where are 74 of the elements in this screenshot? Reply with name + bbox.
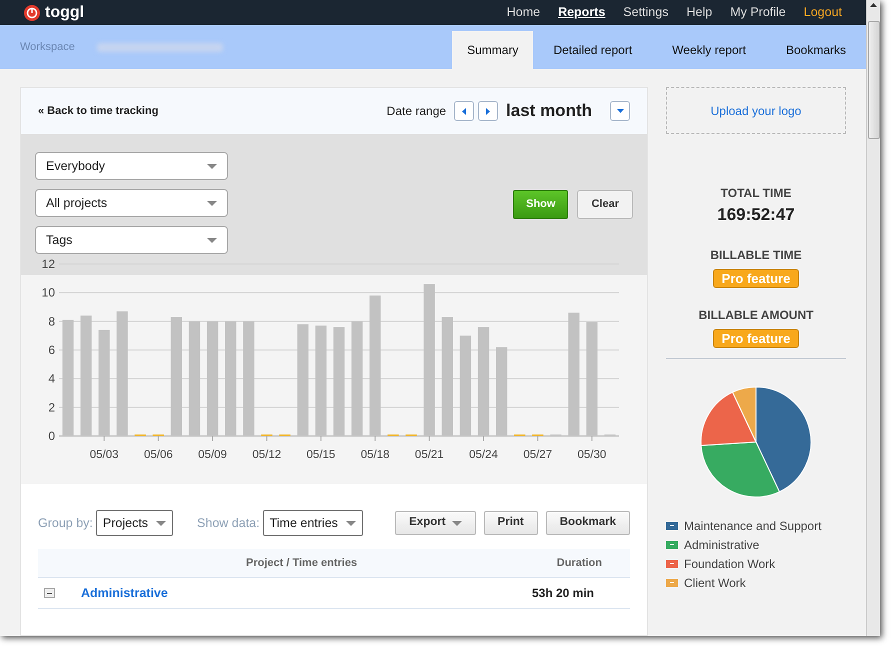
- y-axis-label: 2: [48, 400, 55, 414]
- caret-icon: [452, 520, 462, 526]
- caret-icon: [616, 109, 624, 113]
- pro-feature-badge: Pro feature: [712, 328, 800, 348]
- filter-dropdown[interactable]: All projects: [35, 189, 228, 217]
- back-link[interactable]: « Back to time tracking: [38, 102, 158, 120]
- caret-icon: [207, 200, 217, 206]
- x-axis-label: 05/09: [198, 449, 227, 461]
- y-axis-label: 4: [48, 372, 55, 386]
- show-data-select[interactable]: Time entries: [262, 510, 363, 536]
- workspace-label: Workspace: [20, 40, 75, 55]
- nav-link[interactable]: My Profile: [730, 3, 786, 22]
- total-time-value: 169:52:47: [717, 204, 795, 226]
- period-dropdown-button[interactable]: [610, 101, 630, 121]
- duration-cell-text: 53h 20 min: [532, 585, 594, 602]
- nav-link[interactable]: Help: [686, 3, 712, 22]
- caret-icon: [346, 520, 356, 526]
- x-axis-label: 05/06: [144, 449, 173, 461]
- toolbar-button[interactable]: Bookmark: [546, 511, 630, 535]
- total-time-label: TOTAL TIME: [720, 185, 792, 202]
- next-button[interactable]: [478, 101, 498, 121]
- report-tab[interactable]: Weekly report: [652, 31, 766, 69]
- x-axis-label: 05/18: [360, 449, 390, 461]
- previous-button[interactable]: [454, 101, 474, 121]
- caret-icon: [156, 520, 166, 526]
- scrollbar-thumb[interactable]: [868, 21, 880, 139]
- logo-icon: [24, 4, 40, 20]
- clear-button[interactable]: Clear: [577, 190, 633, 218]
- y-axis-label: 12: [42, 257, 55, 271]
- group-by-label: Group by:: [38, 514, 93, 532]
- export-dropdown-button[interactable]: Export: [395, 511, 476, 535]
- y-axis-label: 0: [48, 429, 55, 443]
- nav-link[interactable]: Reports: [558, 3, 606, 22]
- legend-label: Foundation Work: [684, 556, 776, 572]
- nav-link[interactable]: Home: [506, 3, 540, 22]
- caret-icon: [207, 238, 217, 242]
- billable-amount-label: BILLABLE AMOUNT: [698, 306, 814, 324]
- y-axis-label: 6: [48, 343, 55, 357]
- project-link[interactable]: Administrative: [81, 584, 168, 602]
- x-axis-label: 05/24: [469, 449, 498, 461]
- brand-name: toggl: [45, 2, 84, 22]
- y-axis-label: 8: [48, 314, 55, 328]
- x-axis-label: 05/15: [306, 449, 336, 461]
- date-range-label: Date range: [386, 103, 446, 120]
- caret-icon: [207, 164, 217, 168]
- x-axis-label: 05/03: [90, 449, 119, 461]
- show-data-label: Show data:: [197, 514, 260, 532]
- caret-icon: [486, 108, 490, 114]
- column-header: Duration: [556, 556, 602, 571]
- nav-link[interactable]: Settings: [623, 3, 668, 22]
- legend-label: Administrative: [684, 536, 760, 554]
- upload-logo-link[interactable]: Upload your logo: [710, 102, 802, 120]
- scroll-up-icon[interactable]: [870, 3, 877, 7]
- pro-feature-badge: Pro feature: [712, 268, 800, 288]
- report-tab[interactable]: Detailed report: [533, 31, 652, 69]
- x-axis-label: 05/12: [252, 449, 282, 461]
- period-title: last month: [506, 100, 592, 122]
- column-header: Project / Time entries: [246, 556, 358, 571]
- filter-dropdown[interactable]: Tags: [35, 226, 228, 254]
- legend-label: Maintenance and Support: [684, 518, 822, 534]
- caret-icon: [462, 108, 466, 114]
- legend-label: Client Work: [684, 574, 746, 592]
- report-tab[interactable]: Summary: [452, 31, 534, 69]
- x-axis-label: 05/27: [523, 449, 552, 461]
- collapse-toggle[interactable]: [44, 588, 55, 598]
- report-tab[interactable]: Bookmarks: [766, 31, 866, 69]
- billable-time-label: BILLABLE TIME: [710, 246, 802, 264]
- toolbar-button[interactable]: Print: [484, 511, 538, 535]
- x-axis-label: 05/21: [414, 449, 444, 461]
- group-by-select[interactable]: Projects: [96, 510, 174, 536]
- logout-link[interactable]: Logout: [804, 3, 842, 22]
- x-axis-label: 05/30: [578, 449, 606, 461]
- y-axis-label: 10: [42, 286, 55, 300]
- filter-dropdown[interactable]: Everybody: [35, 152, 228, 180]
